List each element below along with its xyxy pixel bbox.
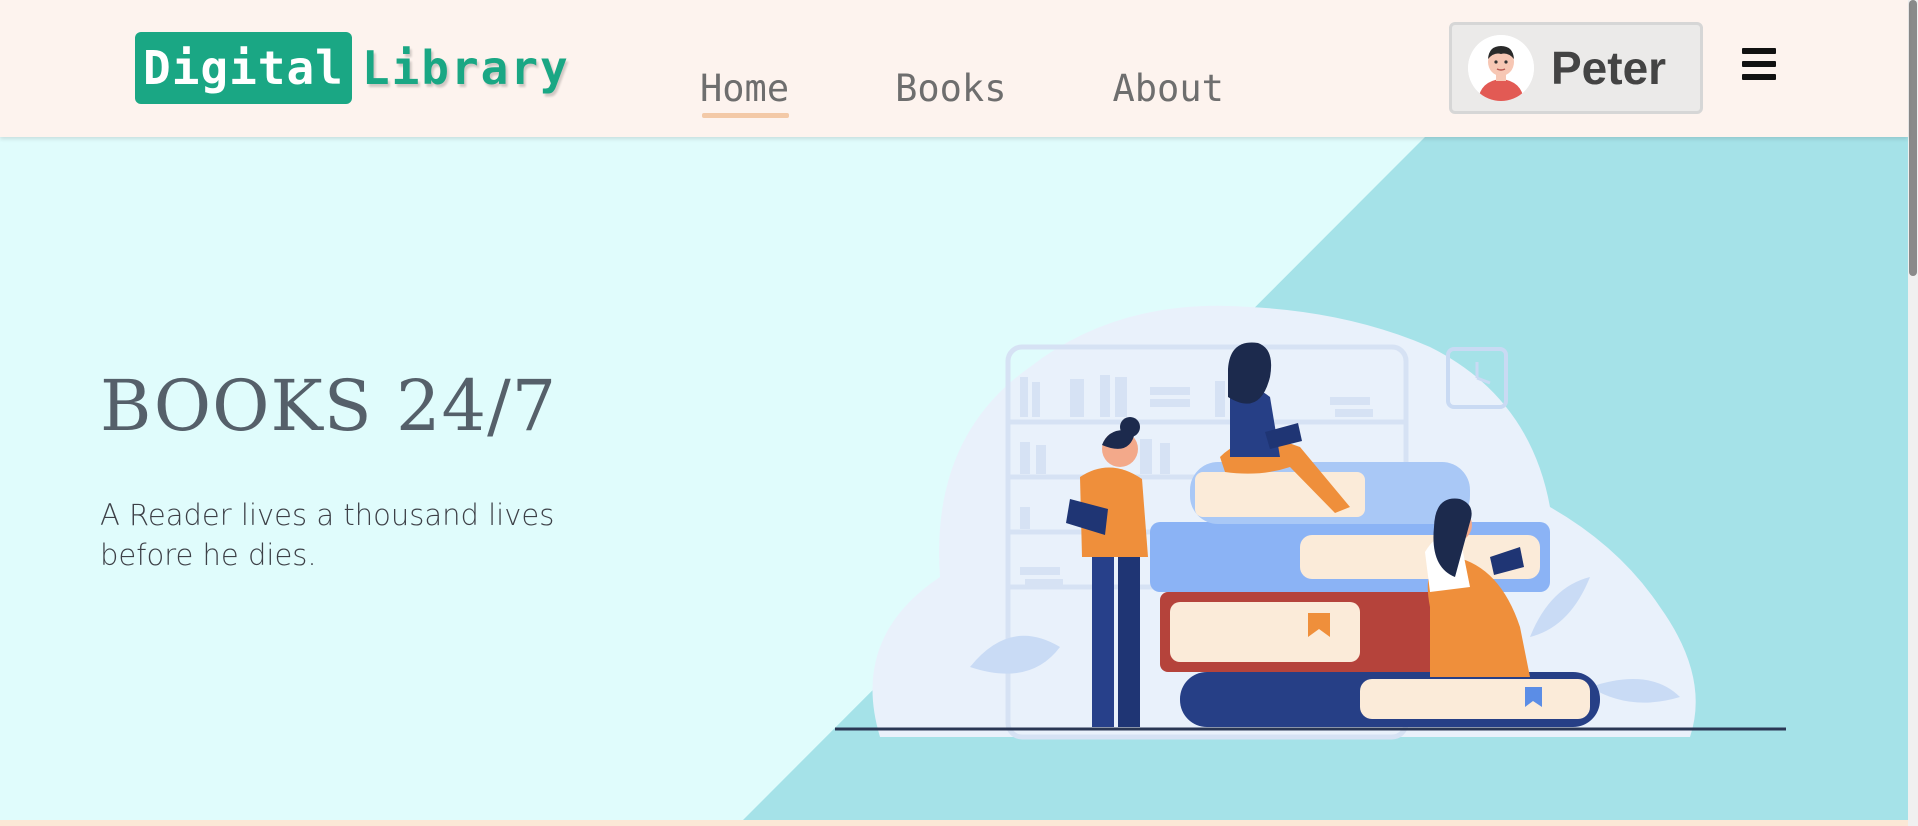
logo-library: Library (361, 41, 570, 95)
user-avatar-icon (1468, 35, 1534, 101)
nav-books-link[interactable]: Books (895, 66, 1006, 112)
scrollbar-thumb[interactable] (1909, 0, 1917, 276)
page-scrollbar[interactable] (1908, 0, 1918, 826)
nav-home-link[interactable]: Home (700, 66, 790, 118)
hamburger-icon[interactable] (1742, 48, 1776, 84)
bottom-strip (0, 820, 1908, 826)
site-header: Digital Library Home Books About Peter (0, 0, 1908, 137)
logo-digital: Digital (135, 32, 352, 104)
logo[interactable]: Digital Library (135, 32, 570, 104)
hero-subtitle: A Reader lives a thousand lives before h… (100, 498, 555, 572)
hero-title: BOOKS 24/7 (100, 365, 558, 447)
user-profile-button[interactable]: Peter (1449, 22, 1703, 114)
nav-about-link[interactable]: About (1113, 66, 1224, 112)
reading-people-books-illustration (835, 305, 1786, 740)
hero-section: BOOKS 24/7 A Reader lives a thousand liv… (0, 137, 1908, 820)
main-nav: Home Books About (700, 66, 1330, 118)
user-name: Peter (1551, 42, 1667, 94)
